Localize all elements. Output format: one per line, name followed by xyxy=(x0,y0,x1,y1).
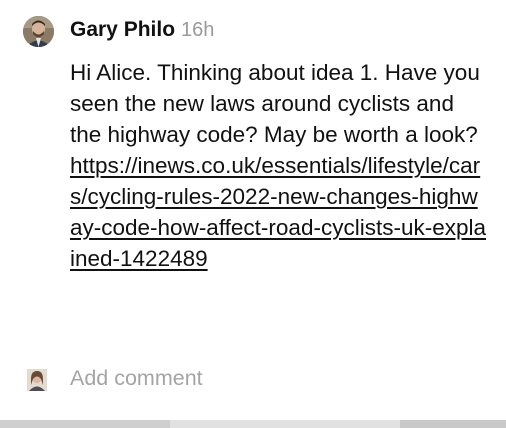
comment-thread: Gary Philo 16h Hi Alice. Thinking about … xyxy=(0,0,506,420)
comment-card: Gary Philo 16h Hi Alice. Thinking about … xyxy=(0,0,506,428)
user-avatar-icon xyxy=(27,369,47,391)
background-strip xyxy=(0,420,506,428)
current-user-avatar xyxy=(27,369,47,391)
comment-header: Gary Philo 16h xyxy=(70,18,214,48)
comment-link[interactable]: https://inews.co.uk/essentials/lifestyle… xyxy=(70,150,490,274)
author-avatar[interactable] xyxy=(23,16,54,47)
comment-text: Hi Alice. Thinking about idea 1. Have yo… xyxy=(70,60,480,147)
background-panel xyxy=(170,420,400,428)
background-panel xyxy=(0,420,170,428)
user-avatar-icon xyxy=(23,16,54,47)
author-name[interactable]: Gary Philo xyxy=(70,18,175,42)
add-comment-input[interactable]: Add comment xyxy=(70,366,203,391)
comment-timestamp: 16h xyxy=(181,19,215,41)
comment-body: Hi Alice. Thinking about idea 1. Have yo… xyxy=(70,57,490,274)
background-panel xyxy=(400,420,506,428)
